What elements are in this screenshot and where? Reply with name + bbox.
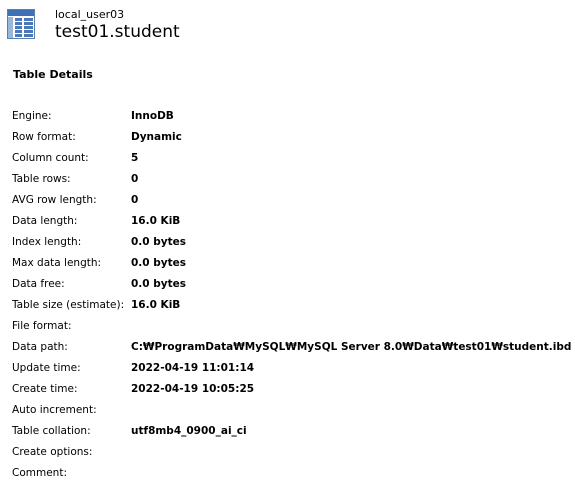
detail-row-auto-increment: Auto increment: — [12, 399, 572, 420]
detail-value: 0.0 bytes — [131, 277, 187, 290]
detail-label: Table rows: — [12, 172, 71, 185]
detail-row-index-length: Index length: 0.0 bytes — [12, 231, 572, 252]
detail-label: Table collation: — [12, 424, 91, 437]
detail-value: 0.0 bytes — [131, 235, 187, 248]
detail-value: C:₩ProgramData₩MySQL₩MySQL Server 8.0₩Da… — [131, 340, 572, 353]
detail-row-comment: Comment: — [12, 462, 572, 483]
detail-label: Create time: — [12, 382, 78, 395]
detail-value: 0.0 bytes — [131, 256, 187, 269]
detail-row-table-rows: Table rows: 0 — [12, 168, 572, 189]
section-title: Table Details — [13, 68, 93, 81]
detail-row-column-count: Column count: 5 — [12, 147, 572, 168]
detail-value: 16.0 KiB — [131, 298, 181, 311]
table-name: test01.student — [55, 22, 180, 42]
detail-row-create-time: Create time: 2022-04-19 10:05:25 — [12, 378, 572, 399]
detail-row-table-collation: Table collation: utf8mb4_0900_ai_ci — [12, 420, 572, 441]
detail-label: Update time: — [12, 361, 81, 374]
table-grid-icon — [7, 9, 35, 39]
detail-label: Engine: — [12, 109, 52, 122]
detail-value: InnoDB — [131, 109, 174, 122]
detail-label: Data length: — [12, 214, 78, 227]
detail-value: 0 — [131, 193, 139, 206]
detail-row-avg-row-length: AVG row length: 0 — [12, 189, 572, 210]
detail-value: 16.0 KiB — [131, 214, 181, 227]
detail-value: utf8mb4_0900_ai_ci — [131, 424, 247, 437]
detail-label: AVG row length: — [12, 193, 97, 206]
detail-row-data-free: Data free: 0.0 bytes — [12, 273, 572, 294]
detail-label: Data path: — [12, 340, 68, 353]
detail-row-table-size: Table size (estimate): 16.0 KiB — [12, 294, 572, 315]
detail-label: File format: — [12, 319, 72, 332]
detail-label: Max data length: — [12, 256, 102, 269]
detail-label: Table size (estimate): — [12, 298, 125, 311]
detail-value: 2022-04-19 11:01:14 — [131, 361, 255, 374]
table-header: local_user03 test01.student — [0, 0, 575, 50]
detail-label: Auto increment: — [12, 403, 97, 416]
detail-row-data-path: Data path: C:₩ProgramData₩MySQL₩MySQL Se… — [12, 336, 572, 357]
detail-row-engine: Engine: InnoDB — [12, 105, 572, 126]
detail-row-row-format: Row format: Dynamic — [12, 126, 572, 147]
detail-value: Dynamic — [131, 130, 182, 143]
detail-value: 2022-04-19 10:05:25 — [131, 382, 255, 395]
detail-label: Index length: — [12, 235, 82, 248]
detail-row-create-options: Create options: — [12, 441, 572, 462]
detail-row-data-length: Data length: 16.0 KiB — [12, 210, 572, 231]
detail-row-file-format: File format: — [12, 315, 572, 336]
detail-label: Column count: — [12, 151, 89, 164]
detail-value: 5 — [131, 151, 139, 164]
table-details-list: Engine: InnoDB Row format: Dynamic Colum… — [12, 105, 572, 483]
detail-label: Comment: — [12, 466, 67, 479]
connection-name: local_user03 — [55, 8, 125, 21]
detail-row-update-time: Update time: 2022-04-19 11:01:14 — [12, 357, 572, 378]
detail-row-max-data-length: Max data length: 0.0 bytes — [12, 252, 572, 273]
detail-label: Data free: — [12, 277, 65, 290]
detail-label: Row format: — [12, 130, 76, 143]
detail-value: 0 — [131, 172, 139, 185]
detail-label: Create options: — [12, 445, 93, 458]
